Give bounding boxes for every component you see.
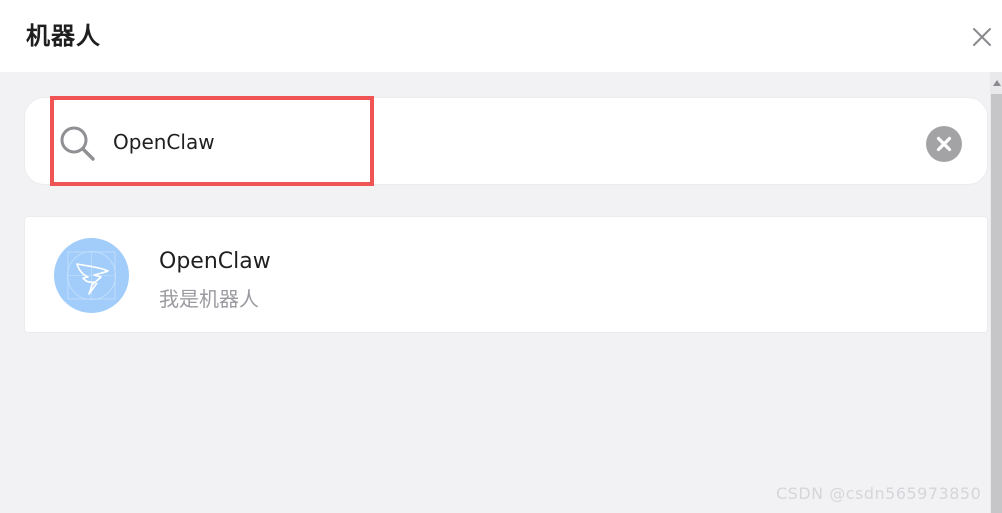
robot-dialog: 机器人 OpenClaw 我是机器人 — [0, 0, 1002, 513]
scrollbar-thumb[interactable] — [991, 94, 1002, 513]
search-input[interactable] — [113, 124, 893, 160]
result-description: 我是机器人 — [159, 287, 259, 311]
dialog-title: 机器人 — [26, 22, 101, 50]
search-icon — [60, 126, 95, 161]
clear-search-button[interactable] — [926, 126, 962, 162]
clear-icon — [936, 136, 952, 152]
avatar — [54, 238, 129, 313]
result-name: OpenClaw — [159, 249, 271, 274]
scroll-up-arrow-icon[interactable] — [992, 78, 1002, 88]
close-button[interactable] — [970, 25, 994, 49]
dingtalk-wing-logo-icon — [67, 251, 116, 300]
dialog-header: 机器人 — [0, 0, 1002, 72]
close-icon — [973, 28, 991, 46]
watermark: CSDN @csdn565973850 — [776, 484, 982, 503]
